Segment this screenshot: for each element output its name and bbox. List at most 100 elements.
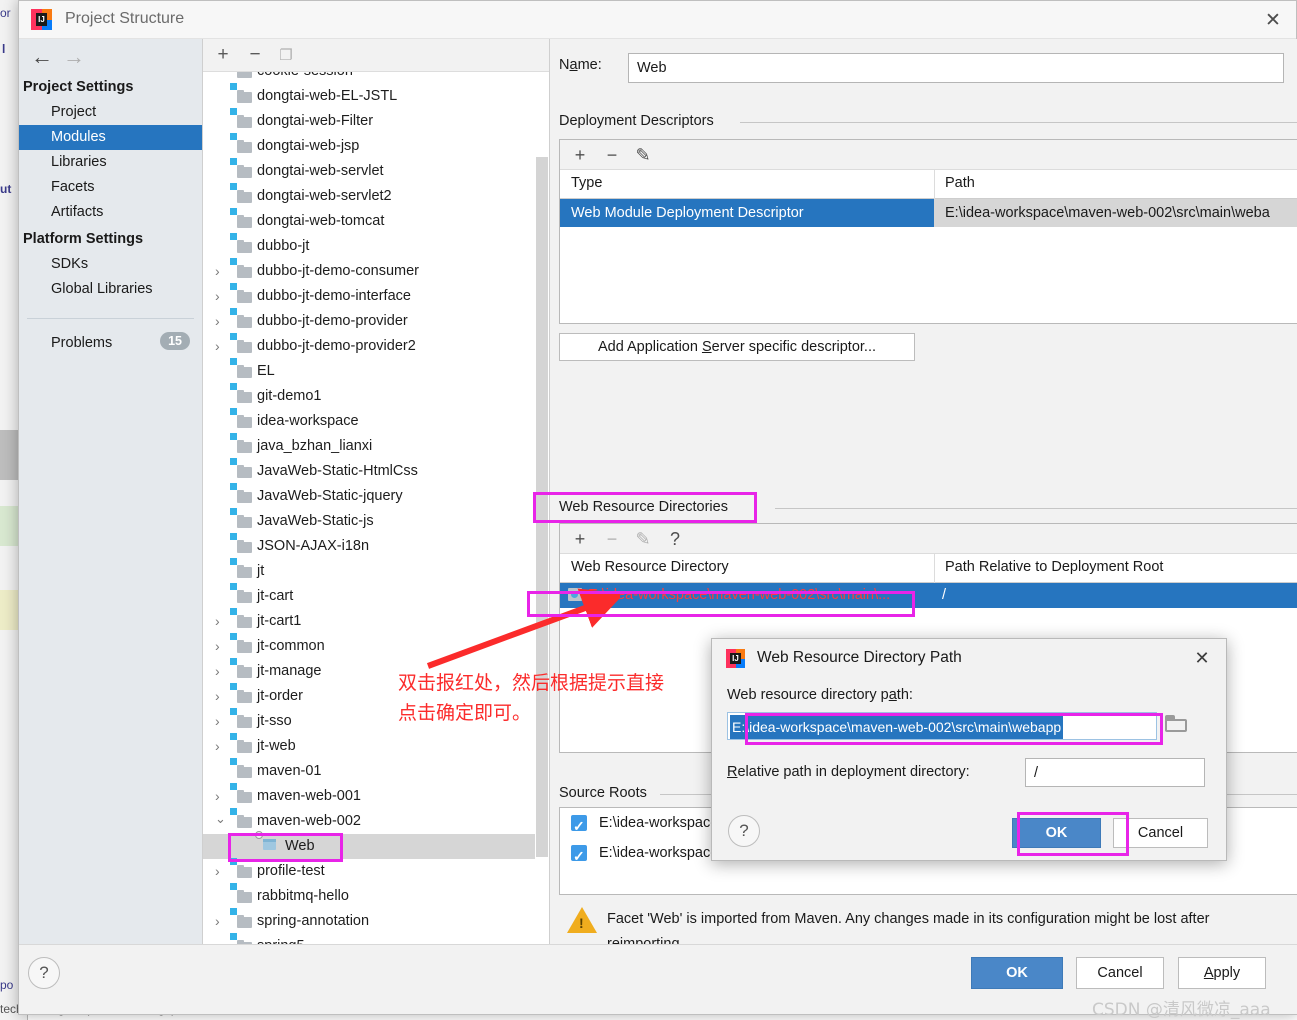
module-list-item[interactable]: JavaWeb-Static-js <box>203 508 550 534</box>
cancel-button[interactable]: Cancel <box>1076 957 1164 989</box>
module-list-item-label: JavaWeb-Static-js <box>257 513 374 529</box>
module-list-item-label: EL <box>257 363 275 379</box>
module-folder-icon <box>230 233 252 253</box>
module-folder-icon <box>230 883 252 903</box>
chevron-right-icon[interactable]: › <box>215 334 229 359</box>
sidebar-item-problems-label: Problems <box>51 335 113 351</box>
chevron-right-icon[interactable]: › <box>215 859 229 884</box>
remove-module-button[interactable]: − <box>242 43 268 67</box>
table-row[interactable]: E:\idea-workspace\maven-web-002\src\main… <box>560 583 1297 608</box>
modal-ok-button[interactable]: OK <box>1012 818 1101 848</box>
sidebar-item-artifacts[interactable]: Artifacts <box>19 200 202 225</box>
module-list[interactable]: cookie-session dongtai-web-EL-JSTL dongtai… <box>203 72 550 945</box>
chevron-right-icon[interactable]: › <box>215 684 229 709</box>
add-module-button[interactable]: + <box>210 43 236 67</box>
chevron-right-icon[interactable]: › <box>215 659 229 684</box>
web-facet-icon <box>255 831 278 852</box>
folder-browse-icon[interactable] <box>1164 714 1190 736</box>
apply-button[interactable]: Apply <box>1178 957 1266 989</box>
module-list-item[interactable]: › dubbo-jt-demo-consumer <box>203 258 550 284</box>
module-list-item[interactable]: Web <box>203 831 550 859</box>
sidebar-item-modules[interactable]: Modules <box>19 125 202 150</box>
module-list-item[interactable]: JSON-AJAX-i18n <box>203 533 550 559</box>
module-folder-icon <box>230 208 252 228</box>
sidebar-item-project[interactable]: Project <box>19 100 202 125</box>
module-list-scrollbar-thumb[interactable] <box>536 157 548 857</box>
copy-module-button[interactable]: ❐ <box>273 43 299 67</box>
module-list-item[interactable]: › profile-test <box>203 858 550 884</box>
relative-path-input[interactable] <box>1025 758 1205 787</box>
sidebar-item-facets[interactable]: Facets <box>19 175 202 200</box>
module-list-item[interactable]: dubbo-jt <box>203 233 550 259</box>
web-resource-directory-path-field[interactable]: E:\idea-workspace\maven-web-002\src\main… <box>727 712 1157 740</box>
chevron-right-icon[interactable]: › <box>215 284 229 309</box>
module-list-item-label: profile-test <box>257 863 325 879</box>
module-list-item[interactable]: EL <box>203 358 550 384</box>
module-list-item[interactable]: dongtai-web-servlet <box>203 158 550 184</box>
modal-help-button[interactable]: ? <box>728 815 760 847</box>
chevron-down-icon[interactable]: ⌄ <box>215 806 229 831</box>
module-list-item[interactable]: › maven-web-001 <box>203 783 550 809</box>
module-folder-icon <box>230 383 252 403</box>
source-root-checkbox[interactable] <box>571 811 587 841</box>
intellij-idea-icon: IJ <box>31 9 52 30</box>
module-folder-icon <box>230 658 252 678</box>
chevron-right-icon[interactable]: › <box>215 909 229 934</box>
module-list-item[interactable]: › spring-annotation <box>203 908 550 934</box>
back-arrow-icon[interactable]: ← <box>29 44 55 70</box>
add-descriptor-button[interactable]: + <box>567 143 593 167</box>
add-app-server-descriptor-button[interactable]: Add Application Server specific descript… <box>559 333 915 361</box>
module-list-item[interactable]: cookie-session <box>203 72 550 84</box>
forward-arrow-icon[interactable]: → <box>61 44 87 70</box>
help-button[interactable]: ? <box>28 957 60 989</box>
module-list-item[interactable]: › jt-web <box>203 733 550 759</box>
chevron-right-icon[interactable]: › <box>215 259 229 284</box>
chevron-right-icon[interactable]: › <box>215 734 229 759</box>
help-web-resource-button[interactable]: ? <box>662 527 688 551</box>
table-row[interactable]: Web Module Deployment Descriptor E:\idea… <box>560 199 1297 227</box>
descriptor-path-cell: E:\idea-workspace\maven-web-002\src\main… <box>934 199 1297 227</box>
sidebar-item-global-libraries[interactable]: Global Libraries <box>19 277 202 302</box>
module-list-item[interactable]: › dubbo-jt-demo-provider <box>203 308 550 334</box>
module-list-item[interactable]: › dubbo-jt-demo-interface <box>203 283 550 309</box>
module-list-item[interactable]: git-demo1 <box>203 383 550 409</box>
sidebar-item-sdks[interactable]: SDKs <box>19 252 202 277</box>
chevron-right-icon[interactable]: › <box>215 609 229 634</box>
edit-descriptor-button[interactable]: ✎ <box>630 143 656 167</box>
module-list-item[interactable]: › dubbo-jt-demo-provider2 <box>203 333 550 359</box>
ok-button[interactable]: OK <box>971 957 1063 989</box>
module-list-item[interactable]: dongtai-web-Filter <box>203 108 550 134</box>
remove-web-resource-button[interactable]: − <box>599 527 625 551</box>
chevron-right-icon[interactable]: › <box>215 309 229 334</box>
module-list-item[interactable]: dongtai-web-jsp <box>203 133 550 159</box>
module-list-item[interactable]: dongtai-web-EL-JSTL <box>203 83 550 109</box>
module-list-item[interactable]: dongtai-web-servlet2 <box>203 183 550 209</box>
close-icon[interactable]: ✕ <box>1250 1 1296 39</box>
chevron-right-icon[interactable]: › <box>215 634 229 659</box>
sidebar-item-libraries[interactable]: Libraries <box>19 150 202 175</box>
module-folder-icon <box>230 633 252 653</box>
add-web-resource-button[interactable]: + <box>567 527 593 551</box>
dialog-title-bar: IJ Project Structure ✕ <box>19 1 1296 39</box>
module-list-item[interactable]: rabbitmq-hello <box>203 883 550 909</box>
module-folder-icon <box>230 283 252 303</box>
module-list-item-label: jt <box>257 563 265 579</box>
sidebar-item-problems[interactable]: Problems 15 <box>19 331 202 355</box>
module-list-item[interactable]: maven-01 <box>203 758 550 784</box>
web-resource-directories-rule <box>775 508 1297 509</box>
module-list-item[interactable]: JavaWeb-Static-jquery <box>203 483 550 509</box>
close-icon[interactable]: ✕ <box>1186 643 1218 673</box>
module-list-scrollbar-track[interactable] <box>535 72 549 945</box>
modal-cancel-button[interactable]: Cancel <box>1113 818 1208 848</box>
edit-web-resource-button[interactable]: ✎ <box>630 527 656 551</box>
chevron-right-icon[interactable]: › <box>215 709 229 734</box>
module-list-item[interactable]: JavaWeb-Static-HtmlCss <box>203 458 550 484</box>
module-list-item[interactable]: jt <box>203 558 550 584</box>
name-input[interactable] <box>628 53 1284 83</box>
module-list-item[interactable]: idea-workspace <box>203 408 550 434</box>
module-list-item[interactable]: ⌄ maven-web-002 <box>203 806 550 834</box>
remove-descriptor-button[interactable]: − <box>599 143 625 167</box>
source-root-checkbox[interactable] <box>571 841 587 871</box>
module-list-item[interactable]: dongtai-web-tomcat <box>203 208 550 234</box>
module-list-item[interactable]: java_bzhan_lianxi <box>203 433 550 459</box>
